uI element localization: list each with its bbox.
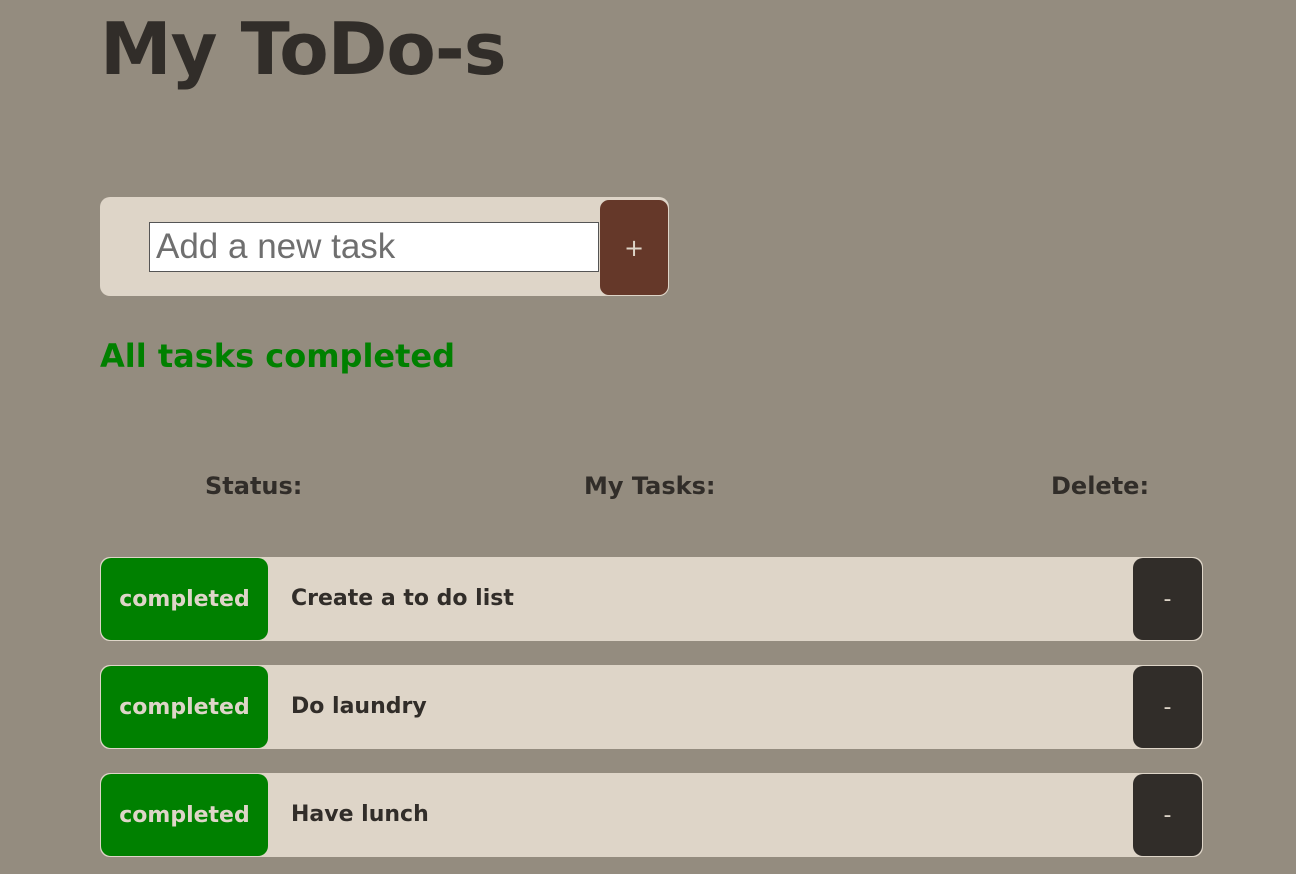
delete-column-header: Delete: (1051, 472, 1150, 500)
add-task-form: + (100, 197, 669, 296)
task-list: completed Create a to do list - complete… (100, 557, 1203, 874)
tasks-column-header: My Tasks: (584, 472, 716, 500)
task-status-button[interactable]: completed (101, 558, 268, 640)
page-title: My ToDo-s (100, 7, 507, 91)
task-text: Have lunch (291, 802, 429, 827)
task-text: Do laundry (291, 694, 427, 719)
task-row: completed Do laundry - (100, 665, 1203, 749)
delete-task-button[interactable]: - (1133, 666, 1202, 748)
add-task-button[interactable]: + (599, 199, 669, 296)
task-text: Create a to do list (291, 586, 514, 611)
task-row: completed Have lunch - (100, 773, 1203, 857)
completion-summary: All tasks completed (100, 337, 456, 375)
task-status-button[interactable]: completed (101, 666, 268, 748)
task-row: completed Create a to do list - (100, 557, 1203, 641)
todo-page: My ToDo-s + All tasks completed Status: … (0, 0, 1296, 874)
status-column-header: Status: (205, 472, 303, 500)
task-status-button[interactable]: completed (101, 774, 268, 856)
delete-task-button[interactable]: - (1133, 774, 1202, 856)
new-task-input[interactable] (149, 222, 599, 272)
delete-task-button[interactable]: - (1133, 558, 1202, 640)
